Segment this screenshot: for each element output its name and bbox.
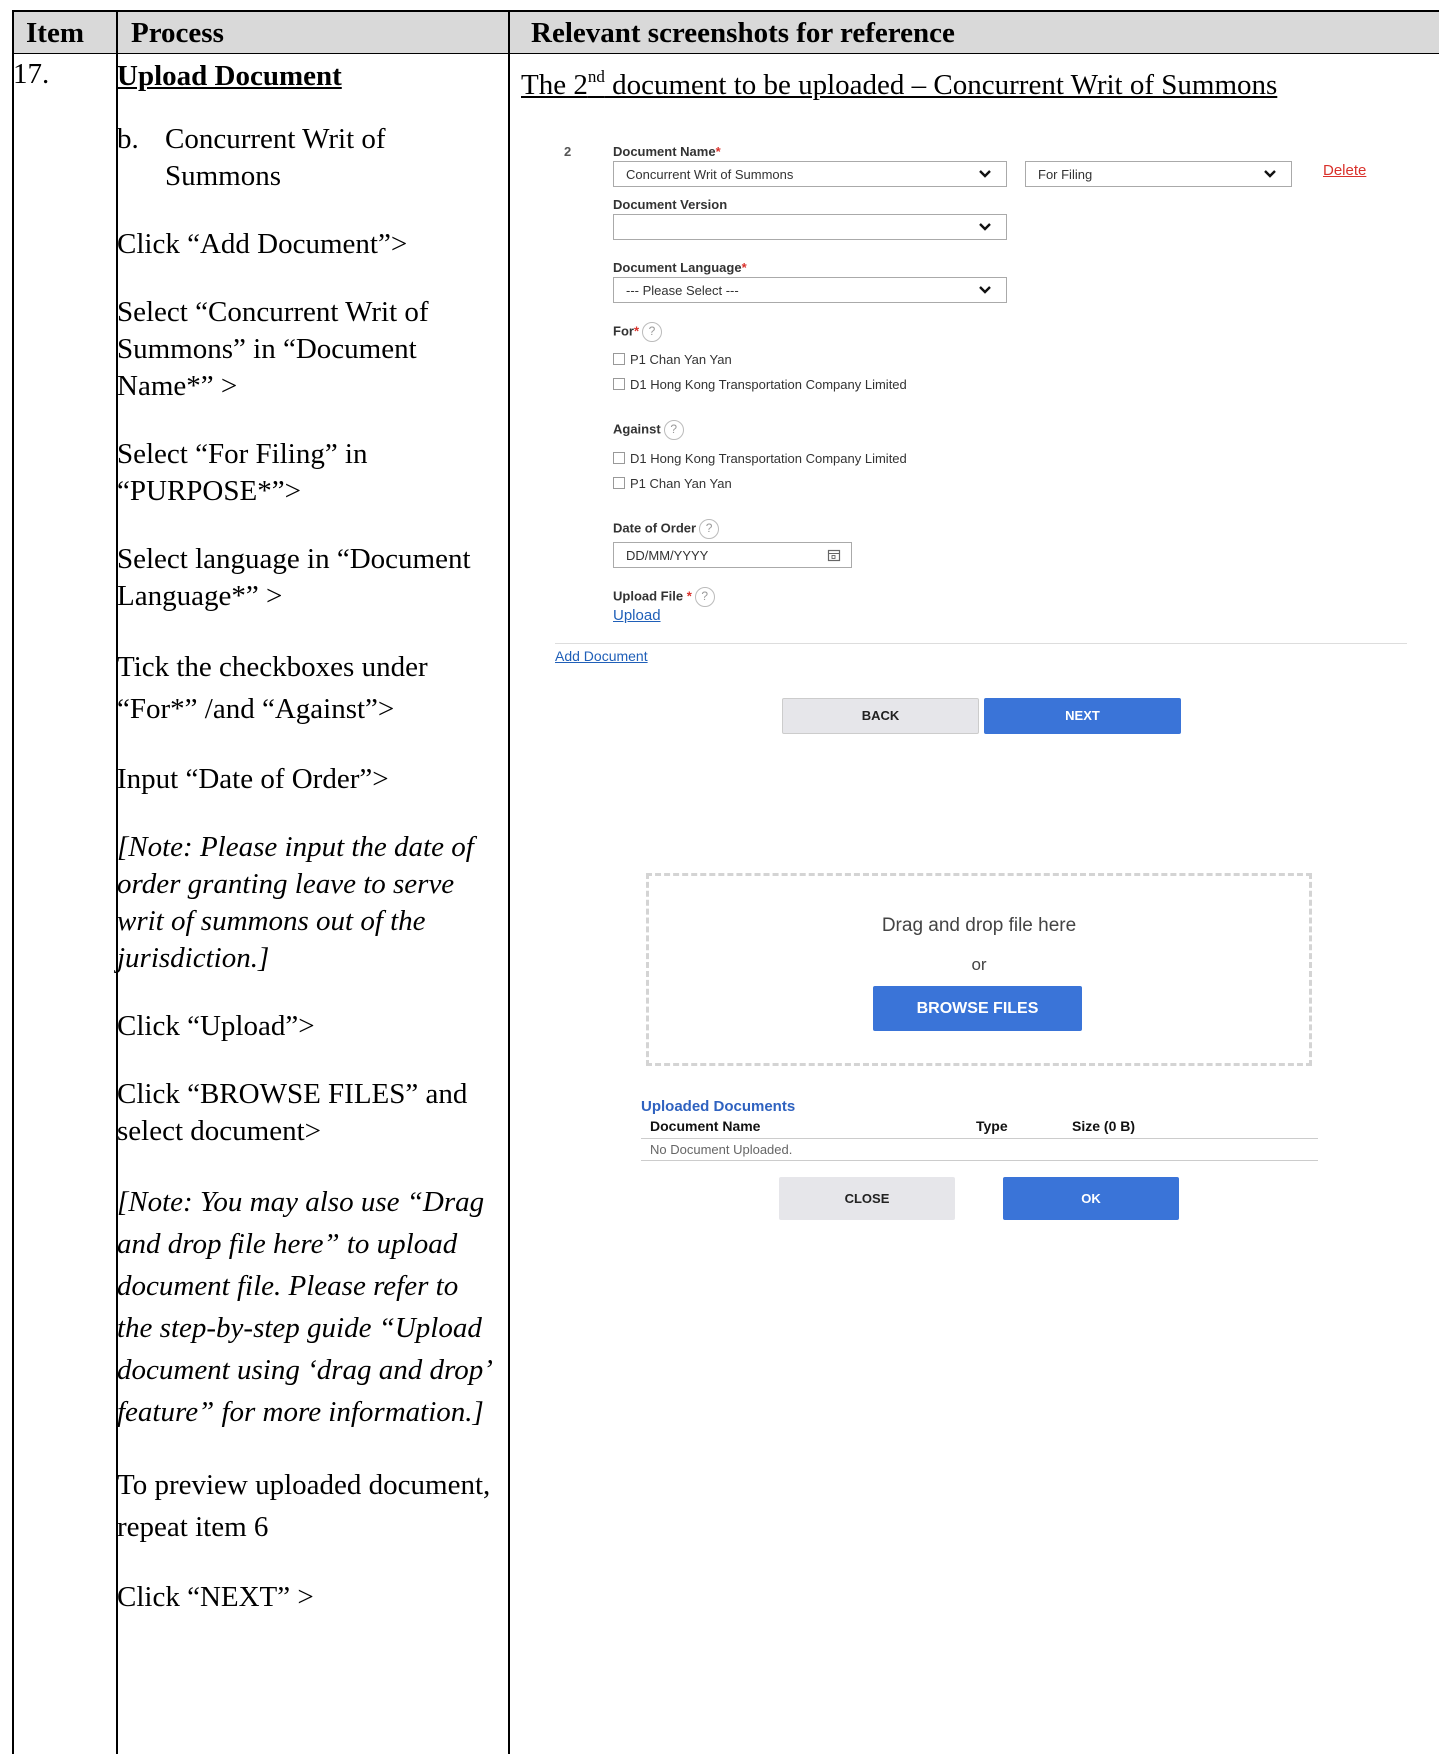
- against-checkbox-p1[interactable]: P1 Chan Yan Yan: [613, 476, 732, 491]
- against-label: Against?: [613, 420, 684, 440]
- step-browse-files: Click “BROWSE FILES” and select document…: [117, 1078, 468, 1147]
- drag-drop-text: Drag and drop file here: [881, 915, 1077, 936]
- header-reference: Relevant screenshots for reference: [531, 17, 955, 49]
- document-language-value: --- Please Select ---: [626, 283, 739, 298]
- uploaded-documents-title: Uploaded Documents: [641, 1098, 796, 1115]
- purpose-select[interactable]: For Filing: [1025, 161, 1292, 187]
- required-mark: *: [686, 588, 692, 604]
- date-of-order-label-text: Date of Order: [613, 520, 697, 536]
- note-date-of-order: [Note: Please input the date of order gr…: [117, 831, 474, 974]
- column-size: Size (0 B): [1072, 1118, 1136, 1134]
- document-name-select[interactable]: Concurrent Writ of Summons: [613, 161, 1007, 187]
- no-document-text: No Document Uploaded.: [650, 1142, 793, 1157]
- subitem-label: b.: [117, 123, 139, 155]
- table-bottom-divider: [641, 1160, 1318, 1161]
- step-tick-checkboxes: Tick the checkboxes under “For*” /and “A…: [117, 651, 428, 725]
- chevron-down-icon: [1264, 170, 1276, 178]
- checkbox-icon: [613, 378, 625, 390]
- date-of-order-label: Date of Order?: [613, 519, 720, 539]
- reference-title-sup: nd: [587, 67, 605, 86]
- date-placeholder: DD/MM/YYYY: [626, 548, 709, 563]
- step-preview: To preview uploaded document, repeat ite…: [117, 1469, 491, 1543]
- required-mark: *: [715, 144, 721, 159]
- help-icon[interactable]: ?: [663, 420, 684, 440]
- next-button[interactable]: NEXT: [984, 698, 1181, 734]
- chevron-down-icon: [979, 286, 991, 294]
- header-process: Process: [131, 17, 224, 49]
- chevron-down-icon: [979, 170, 991, 178]
- column-divider-2: [508, 12, 510, 1754]
- for-checkbox-d1[interactable]: D1 Hong Kong Transportation Company Limi…: [613, 377, 907, 392]
- document-row-number: 2: [564, 144, 572, 159]
- upload-file-label: Upload File *?: [613, 587, 715, 607]
- add-document-link[interactable]: Add Document: [555, 648, 648, 664]
- upload-file-label-text: Upload File: [613, 588, 684, 604]
- process-title: Upload Document: [117, 60, 342, 92]
- required-mark: *: [633, 323, 640, 339]
- for-option-p1: P1 Chan Yan Yan: [630, 352, 732, 367]
- column-document-name: Document Name: [650, 1118, 761, 1134]
- for-checkbox-p1[interactable]: P1 Chan Yan Yan: [613, 352, 732, 367]
- document-name-label: Document Name*: [613, 144, 721, 159]
- header-item: Item: [26, 17, 84, 49]
- back-button[interactable]: BACK: [782, 698, 979, 734]
- step-select-document-name: Select “Concurrent Writ of Summons” in “…: [117, 296, 429, 402]
- document-language-label-text: Document Language: [613, 260, 742, 275]
- close-button[interactable]: CLOSE: [779, 1177, 955, 1220]
- column-type: Type: [976, 1118, 1008, 1134]
- step-click-upload: Click “Upload”>: [117, 1010, 315, 1042]
- note-drag-and-drop: [Note: You may also use “Drag and drop f…: [117, 1186, 490, 1428]
- or-text: or: [971, 955, 987, 974]
- for-label-text: For: [613, 323, 634, 339]
- ok-button[interactable]: OK: [1003, 1177, 1179, 1220]
- help-icon[interactable]: ?: [694, 587, 715, 607]
- reference-title: The 2nd document to be uploaded – Concur…: [521, 67, 1277, 102]
- against-option-p1: P1 Chan Yan Yan: [630, 476, 732, 491]
- document-version-label: Document Version: [613, 197, 728, 212]
- checkbox-icon: [613, 353, 625, 365]
- reference-title-pre: The 2: [521, 69, 588, 101]
- against-checkbox-d1[interactable]: D1 Hong Kong Transportation Company Limi…: [613, 451, 907, 466]
- date-of-order-input[interactable]: DD/MM/YYYY: [613, 542, 852, 568]
- process-column: Upload Document b. Concurrent Writ of Su…: [117, 58, 499, 1647]
- checkbox-icon: [613, 477, 625, 489]
- delete-link[interactable]: Delete: [1323, 162, 1366, 179]
- step-input-date: Input “Date of Order”>: [117, 763, 389, 795]
- purpose-value: For Filing: [1038, 167, 1093, 182]
- process-subitem: b. Concurrent Writ of Summons: [117, 121, 499, 195]
- step-select-language: Select language in “Document Language*” …: [117, 543, 471, 612]
- form-divider: [555, 643, 1407, 644]
- help-icon[interactable]: ?: [699, 519, 720, 539]
- upload-link[interactable]: Upload: [613, 607, 661, 624]
- item-number: 17.: [13, 58, 50, 90]
- step-select-purpose: Select “For Filing” in “PURPOSE*”>: [117, 438, 368, 507]
- document-version-select[interactable]: [613, 214, 1007, 240]
- step-add-document: Click “Add Document”>: [117, 228, 408, 260]
- reference-title-post: document to be uploaded – Concurrent Wri…: [604, 69, 1278, 101]
- for-option-d1: D1 Hong Kong Transportation Company Limi…: [630, 377, 907, 392]
- calendar-icon[interactable]: [827, 548, 841, 562]
- browse-files-button[interactable]: BROWSE FILES: [873, 986, 1082, 1031]
- document-language-label: Document Language*: [613, 260, 747, 275]
- document-name-label-text: Document Name: [613, 144, 716, 159]
- step-click-next: Click “NEXT” >: [117, 1581, 314, 1613]
- required-mark: *: [741, 260, 747, 275]
- document-language-select[interactable]: --- Please Select ---: [613, 277, 1007, 303]
- subitem-text: Concurrent Writ of Summons: [165, 123, 386, 192]
- table-header-divider: [641, 1138, 1318, 1139]
- chevron-down-icon: [979, 223, 991, 231]
- for-label: For*?: [613, 322, 663, 342]
- against-label-text: Against: [613, 421, 661, 437]
- document-name-value: Concurrent Writ of Summons: [626, 167, 794, 182]
- against-option-d1: D1 Hong Kong Transportation Company Limi…: [630, 451, 907, 466]
- checkbox-icon: [613, 452, 625, 464]
- help-icon[interactable]: ?: [642, 322, 663, 342]
